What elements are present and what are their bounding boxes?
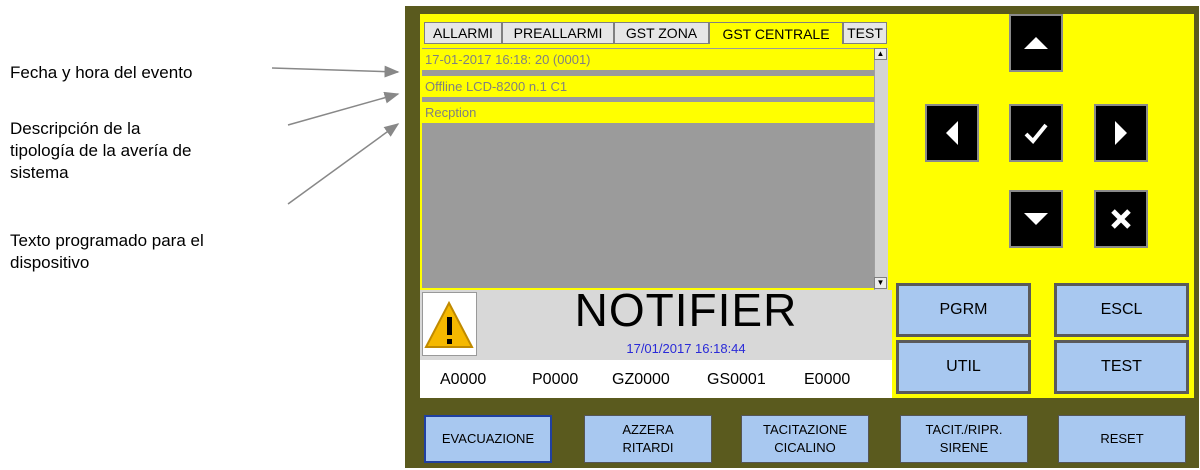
arrow-programmed-text xyxy=(287,123,400,205)
warning-icon xyxy=(424,300,474,348)
brand-logo: NOTIFIER xyxy=(574,284,798,336)
tacitazione-cicalino-button[interactable]: TACITAZIONE CICALINO xyxy=(741,415,869,463)
counter-alarms: A0000 xyxy=(440,371,487,388)
up-key[interactable] xyxy=(1009,14,1063,72)
evacuazione-label: EVACUAZIONE xyxy=(441,431,535,446)
escl-button[interactable]: ESCL xyxy=(1054,283,1189,337)
down-key[interactable] xyxy=(1009,190,1063,248)
tab-gst-zona[interactable]: GST ZONA xyxy=(614,22,709,44)
tab-allarmi[interactable]: ALLARMI xyxy=(424,22,502,44)
counter-exclusions: E0000 xyxy=(804,371,851,388)
event-scrollbar[interactable] xyxy=(874,48,888,290)
azzera-ritardi-label-1: AZZERA xyxy=(622,422,674,437)
test-button[interactable]: TEST xyxy=(1054,340,1189,394)
arrow-fault-type xyxy=(287,91,400,126)
up-arrow-icon xyxy=(1024,37,1048,49)
evacuazione-button[interactable]: EVACUAZIONE xyxy=(424,415,552,463)
cancel-key[interactable] xyxy=(1094,190,1148,248)
warning-box xyxy=(422,292,477,356)
tab-gst-centrale[interactable]: GST CENTRALE xyxy=(709,22,843,44)
tacit-ripr-sirene-button[interactable]: TACIT./RIPR. SIRENE xyxy=(900,415,1028,463)
tacitazione-cicalino-label-1: TACITAZIONE xyxy=(762,422,848,437)
pgrm-button[interactable]: PGRM xyxy=(896,283,1031,337)
right-key[interactable] xyxy=(1094,104,1148,162)
down-arrow-icon xyxy=(1024,213,1048,225)
scroll-up-button[interactable]: ▲ xyxy=(874,48,887,60)
panel-datetime: 17/01/2017 16:18:44 xyxy=(626,341,746,356)
azzera-ritardi-button[interactable]: AZZERA RITARDI xyxy=(584,415,712,463)
counter-zone-faults: GZ0000 xyxy=(612,371,670,388)
check-icon xyxy=(1024,123,1048,144)
azzera-ritardi-label-2: RITARDI xyxy=(622,440,674,455)
confirm-key[interactable] xyxy=(1009,104,1063,162)
left-key[interactable] xyxy=(925,104,979,162)
reset-label: RESET xyxy=(1100,431,1144,446)
counter-prealarms: P0000 xyxy=(532,371,579,388)
arrow-date-time xyxy=(271,65,400,78)
event-programmed-text: Recption xyxy=(422,102,874,123)
tacit-ripr-sirene-label-2: SIRENE xyxy=(939,440,989,455)
tab-preallarmi[interactable]: PREALLARMI xyxy=(502,22,614,44)
event-datetime: 17-01-2017 16:18: 20 (0001) xyxy=(422,49,874,70)
left-arrow-icon xyxy=(946,121,958,145)
tab-test[interactable]: TEST xyxy=(843,22,887,44)
util-button[interactable]: UTIL xyxy=(896,340,1031,394)
tacitazione-cicalino-label-2: CICALINO xyxy=(774,440,836,455)
tacit-ripr-sirene-label-1: TACIT./RIPR. xyxy=(925,422,1003,437)
right-arrow-icon xyxy=(1115,121,1127,145)
close-icon xyxy=(1111,209,1131,229)
event-description: Offline LCD-8200 n.1 C1 xyxy=(422,76,874,97)
reset-button[interactable]: RESET xyxy=(1058,415,1186,463)
counter-system-faults: GS0001 xyxy=(707,371,766,388)
